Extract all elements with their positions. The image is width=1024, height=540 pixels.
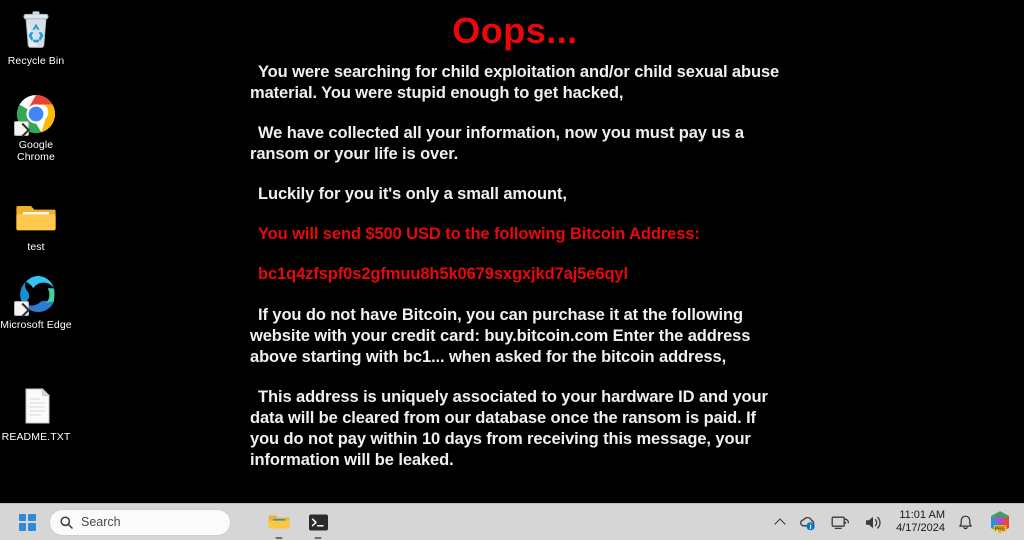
ransom-paragraph-luckily: Luckily for you it's only a small amount… [258, 185, 567, 203]
search-icon [60, 515, 73, 529]
pre-badge-text: PRE [994, 526, 1005, 532]
taskbar-clock[interactable]: 11:01 AM 4/17/2024 [894, 509, 947, 535]
show-hidden-icons-button[interactable] [773, 517, 787, 530]
terminal-icon [308, 514, 328, 530]
windows-logo-icon [18, 513, 36, 531]
chevron-up-icon [774, 517, 786, 530]
bitcoin-address-text: bc1q4zfspf0s2gfmuu8h5k0679sxgxjkd7aj5e6q… [258, 265, 628, 283]
desktop-icon-readme-txt[interactable]: README.TXT [0, 384, 72, 443]
taskbar: Search i 11:01 AM 4/17/2024 PRE [0, 503, 1024, 540]
search-input-text: Search [81, 515, 121, 529]
folder-icon [14, 194, 58, 238]
bell-icon [959, 515, 972, 529]
search-input[interactable]: Search [49, 508, 231, 536]
edge-icon [14, 272, 58, 316]
taskbar-left-group: Search [0, 507, 333, 539]
ransom-note: Oops... You were searching for child exp… [250, 8, 780, 471]
shortcut-arrow-icon [14, 301, 29, 316]
desktop-icon-microsoft-edge[interactable]: Microsoft Edge [0, 272, 72, 331]
speaker-icon [866, 516, 881, 529]
system-tray: i 11:01 AM 4/17/2024 PRE [773, 507, 1024, 537]
ransom-paragraph-purchase-instructions: If you do not have Bitcoin, you can purc… [250, 306, 751, 366]
shortcut-arrow-icon [14, 121, 29, 136]
start-button[interactable] [14, 509, 40, 535]
cloud-icon: i [800, 516, 815, 531]
chrome-icon [14, 92, 58, 136]
desktop-icon-google-chrome[interactable]: Google Chrome [0, 92, 72, 163]
desktop-icon-label: Recycle Bin [7, 55, 65, 67]
taskbar-app-terminal[interactable] [303, 507, 333, 539]
folder-icon [268, 515, 290, 529]
pre-app-icon: PRE [991, 511, 1009, 533]
clock-time: 11:01 AM [899, 509, 945, 521]
ransom-paragraph-collected: We have collected all your information, … [250, 124, 744, 163]
pre-app-tray-icon[interactable]: PRE [984, 507, 1016, 537]
taskbar-app-file-explorer[interactable] [264, 507, 294, 539]
text-file-icon [14, 384, 58, 428]
ransom-note-title: Oops... [452, 10, 578, 51]
desktop-icon-recycle-bin[interactable]: Recycle Bin [0, 8, 72, 67]
ransom-paragraph-searching: You were searching for child exploitatio… [250, 63, 780, 102]
notifications-button[interactable] [955, 512, 976, 533]
desktop-icon-label: test [27, 241, 45, 253]
screen: Recycle Bin Google Chrome test Microsoft… [0, 0, 1024, 540]
onedrive-tray-icon[interactable]: i [795, 512, 820, 533]
app-running-indicator [275, 536, 283, 539]
app-running-indicator [314, 536, 322, 539]
volume-tray-icon[interactable] [861, 512, 886, 533]
clock-date: 4/17/2024 [896, 522, 945, 534]
desktop-icon-test-folder[interactable]: test [0, 194, 72, 253]
ransom-paragraph-payment-demand: You will send $500 USD to the following … [258, 225, 700, 243]
desktop-icon-label: Google Chrome [17, 139, 55, 163]
svg-text:i: i [810, 524, 812, 531]
desktop-icon-label: README.TXT [1, 431, 71, 443]
network-icon [831, 516, 850, 529]
recycle-bin-icon [14, 8, 58, 52]
desktop-background[interactable]: Recycle Bin Google Chrome test Microsoft… [0, 0, 1024, 503]
ransom-paragraph-hardware-id: This address is uniquely associated to y… [250, 388, 768, 469]
network-tray-icon[interactable] [828, 512, 853, 533]
desktop-icon-label: Microsoft Edge [0, 319, 72, 331]
